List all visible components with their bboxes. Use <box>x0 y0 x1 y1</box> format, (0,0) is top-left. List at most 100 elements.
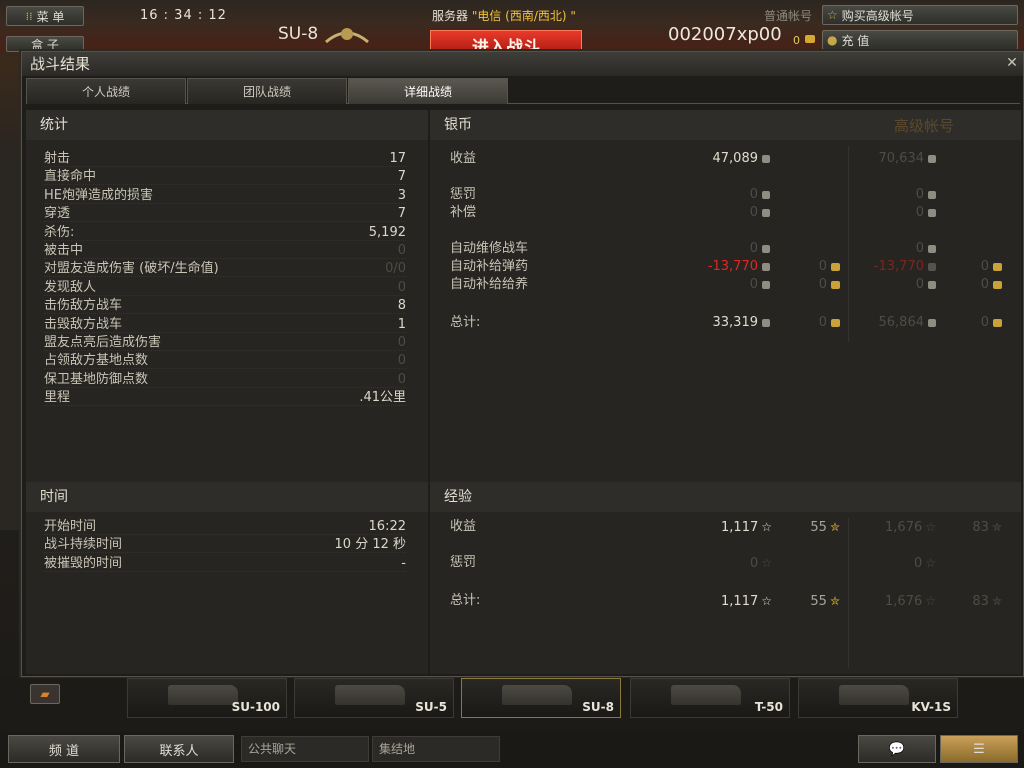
chat-icon[interactable]: 💬 <box>858 735 936 763</box>
xp-row: 收益 1,117 ☆ 55 ✮ 1,676 ☆ 83 ✮ <box>430 518 1021 536</box>
premium-xp-value: 1,676 ☆ <box>850 518 936 537</box>
recharge-button[interactable]: ● 充 值 <box>822 30 1018 50</box>
time-panel: 时间 开始时间 16:22 战斗持续时间 10 分 12 秒被摧毁的时间 - <box>26 482 428 674</box>
tank-card-name: KV-1S <box>911 700 951 714</box>
credit-label: 自动维修战车 <box>450 241 529 256</box>
gold-value: 0 <box>780 314 840 332</box>
stat-row: 发现敌人 0 <box>26 279 428 297</box>
premium-gold-amount: 0 <box>980 259 989 274</box>
credit-value: 33,319 <box>680 314 770 332</box>
stat-value: 7 <box>397 169 406 185</box>
tank-silhouette-icon <box>335 685 405 705</box>
recharge-label: 充 值 <box>841 33 870 48</box>
star-icon: ☆ <box>925 556 936 570</box>
credit-value: -13,770 <box>680 258 770 276</box>
gold-icon <box>831 318 840 327</box>
star-icon: ☆ <box>827 8 838 22</box>
gold-amount: 0 <box>793 34 800 47</box>
premium-gold-value: 0 <box>942 258 1002 276</box>
premium-credit-value: 0 <box>850 276 936 294</box>
row-leader <box>44 221 406 223</box>
tank-card[interactable]: SU-100 <box>127 678 287 718</box>
stat-row: 穿透 7 <box>26 205 428 223</box>
menu-button[interactable]: ⁞⁞ 菜 单 <box>6 6 84 26</box>
premium-xp-amount: 1,676 <box>885 520 923 535</box>
stat-row: 保卫基地防御点数 0 <box>26 371 428 389</box>
coins-icon: ● <box>827 33 838 47</box>
star-icon: ☆ <box>761 556 772 570</box>
xp-value: 1,117 ☆ <box>680 518 772 537</box>
premium-free-xp-value: 83 ✮ <box>942 518 1002 537</box>
public-chat-field[interactable]: 公共聊天 <box>241 736 369 762</box>
depot-button[interactable]: 盒 子 <box>6 36 84 52</box>
gold-icon <box>993 262 1002 271</box>
credit-amount: 33,319 <box>712 315 759 330</box>
premium-credit-amount: 56,864 <box>878 315 925 330</box>
stat-row: 占领敌方基地点数 0 <box>26 352 428 370</box>
server-label: 服务器 <box>432 9 472 23</box>
credit-icon <box>762 262 770 271</box>
star-icon: ✮ <box>991 520 1002 534</box>
credit-amount: 0 <box>749 277 758 292</box>
buy-premium-button[interactable]: ☆ 购买高级帐号 <box>822 5 1018 25</box>
free-xp-value: 55 ✮ <box>780 592 840 611</box>
premium-credit-value: -13,770 <box>850 258 936 276</box>
premium-xp-value: 0 ☆ <box>850 554 936 573</box>
stat-value: 0 <box>397 279 406 295</box>
tab-team[interactable]: 团队战绩 <box>187 78 347 104</box>
premium-gold-amount: 0 <box>980 277 989 292</box>
premium-credit-amount: 0 <box>915 277 924 292</box>
free-xp-star-icon: ✮ <box>829 520 840 534</box>
channel-button[interactable]: 频 道 <box>8 735 120 763</box>
clock: 16 : 34 : 12 <box>140 8 227 23</box>
menu-label: 菜 单 <box>36 9 65 24</box>
time-value: - <box>401 555 406 571</box>
gold-amount: 0 <box>818 315 827 330</box>
premium-gold-value: 0 <box>942 276 1002 294</box>
premium-gold-amount: 0 <box>980 315 989 330</box>
tank-card[interactable]: KV-1S <box>798 678 958 718</box>
stat-value: 1 <box>397 316 406 332</box>
credit-icon <box>762 154 770 163</box>
filter-icon[interactable]: ▰ <box>30 684 60 704</box>
close-icon[interactable]: ✕ <box>1003 54 1021 72</box>
premium-credit-amount: 70,634 <box>878 151 925 166</box>
stat-row: 射击 17 <box>26 150 428 168</box>
rally-field[interactable]: 集结地 <box>372 736 500 762</box>
xp-value: 1,117 ☆ <box>680 592 772 611</box>
premium-account-header: 高级帐号 <box>894 117 955 135</box>
credit-label: 自动补给弹药 <box>450 259 529 274</box>
tab-personal[interactable]: 个人战绩 <box>26 78 186 104</box>
dialog-title: 战斗结果 <box>22 52 1023 76</box>
stat-row: 盟友点亮后造成伤害 0 <box>26 334 428 352</box>
premium-credit-amount: 0 <box>915 205 924 220</box>
credit-value: 47,089 <box>680 150 770 168</box>
free-xp-amount: 55 <box>810 594 827 609</box>
stat-row: HE炮弹造成的损害 3 <box>26 187 428 205</box>
premium-credit-value: 70,634 <box>850 150 936 168</box>
tank-name: SU-8 <box>278 24 319 44</box>
stat-label: 射击 <box>44 151 71 166</box>
premium-credit-value: 0 <box>850 240 936 258</box>
server-info: 服务器 "电信 (西南/西北) " <box>432 7 576 24</box>
stat-label: 保卫基地防御点数 <box>44 371 149 387</box>
premium-xp-value: 1,676 ☆ <box>850 592 936 611</box>
tank-card[interactable]: SU-5 <box>294 678 454 718</box>
contacts-button[interactable]: 联系人 <box>124 735 234 763</box>
tank-card-name: T-50 <box>754 700 783 714</box>
premium-credit-amount: -13,770 <box>873 259 924 274</box>
tank-card[interactable]: T-50 <box>630 678 790 718</box>
tank-card[interactable]: SU-8 <box>461 678 621 718</box>
tank-card-name: SU-100 <box>231 700 280 714</box>
stat-label: 直接命中 <box>44 169 97 185</box>
tab-detailed[interactable]: 详细战绩 <box>348 78 508 104</box>
row-leader <box>44 239 406 241</box>
premium-gold-value: 0 <box>942 314 1002 332</box>
stat-value: 3 <box>397 187 406 203</box>
credit-icon <box>928 208 936 217</box>
stat-label: 被击中 <box>44 243 84 258</box>
notifications-icon[interactable]: ☰ <box>940 735 1018 763</box>
credit-icon <box>928 154 936 163</box>
gold-icon <box>993 318 1002 327</box>
time-value: 10 分 12 秒 <box>334 537 406 553</box>
